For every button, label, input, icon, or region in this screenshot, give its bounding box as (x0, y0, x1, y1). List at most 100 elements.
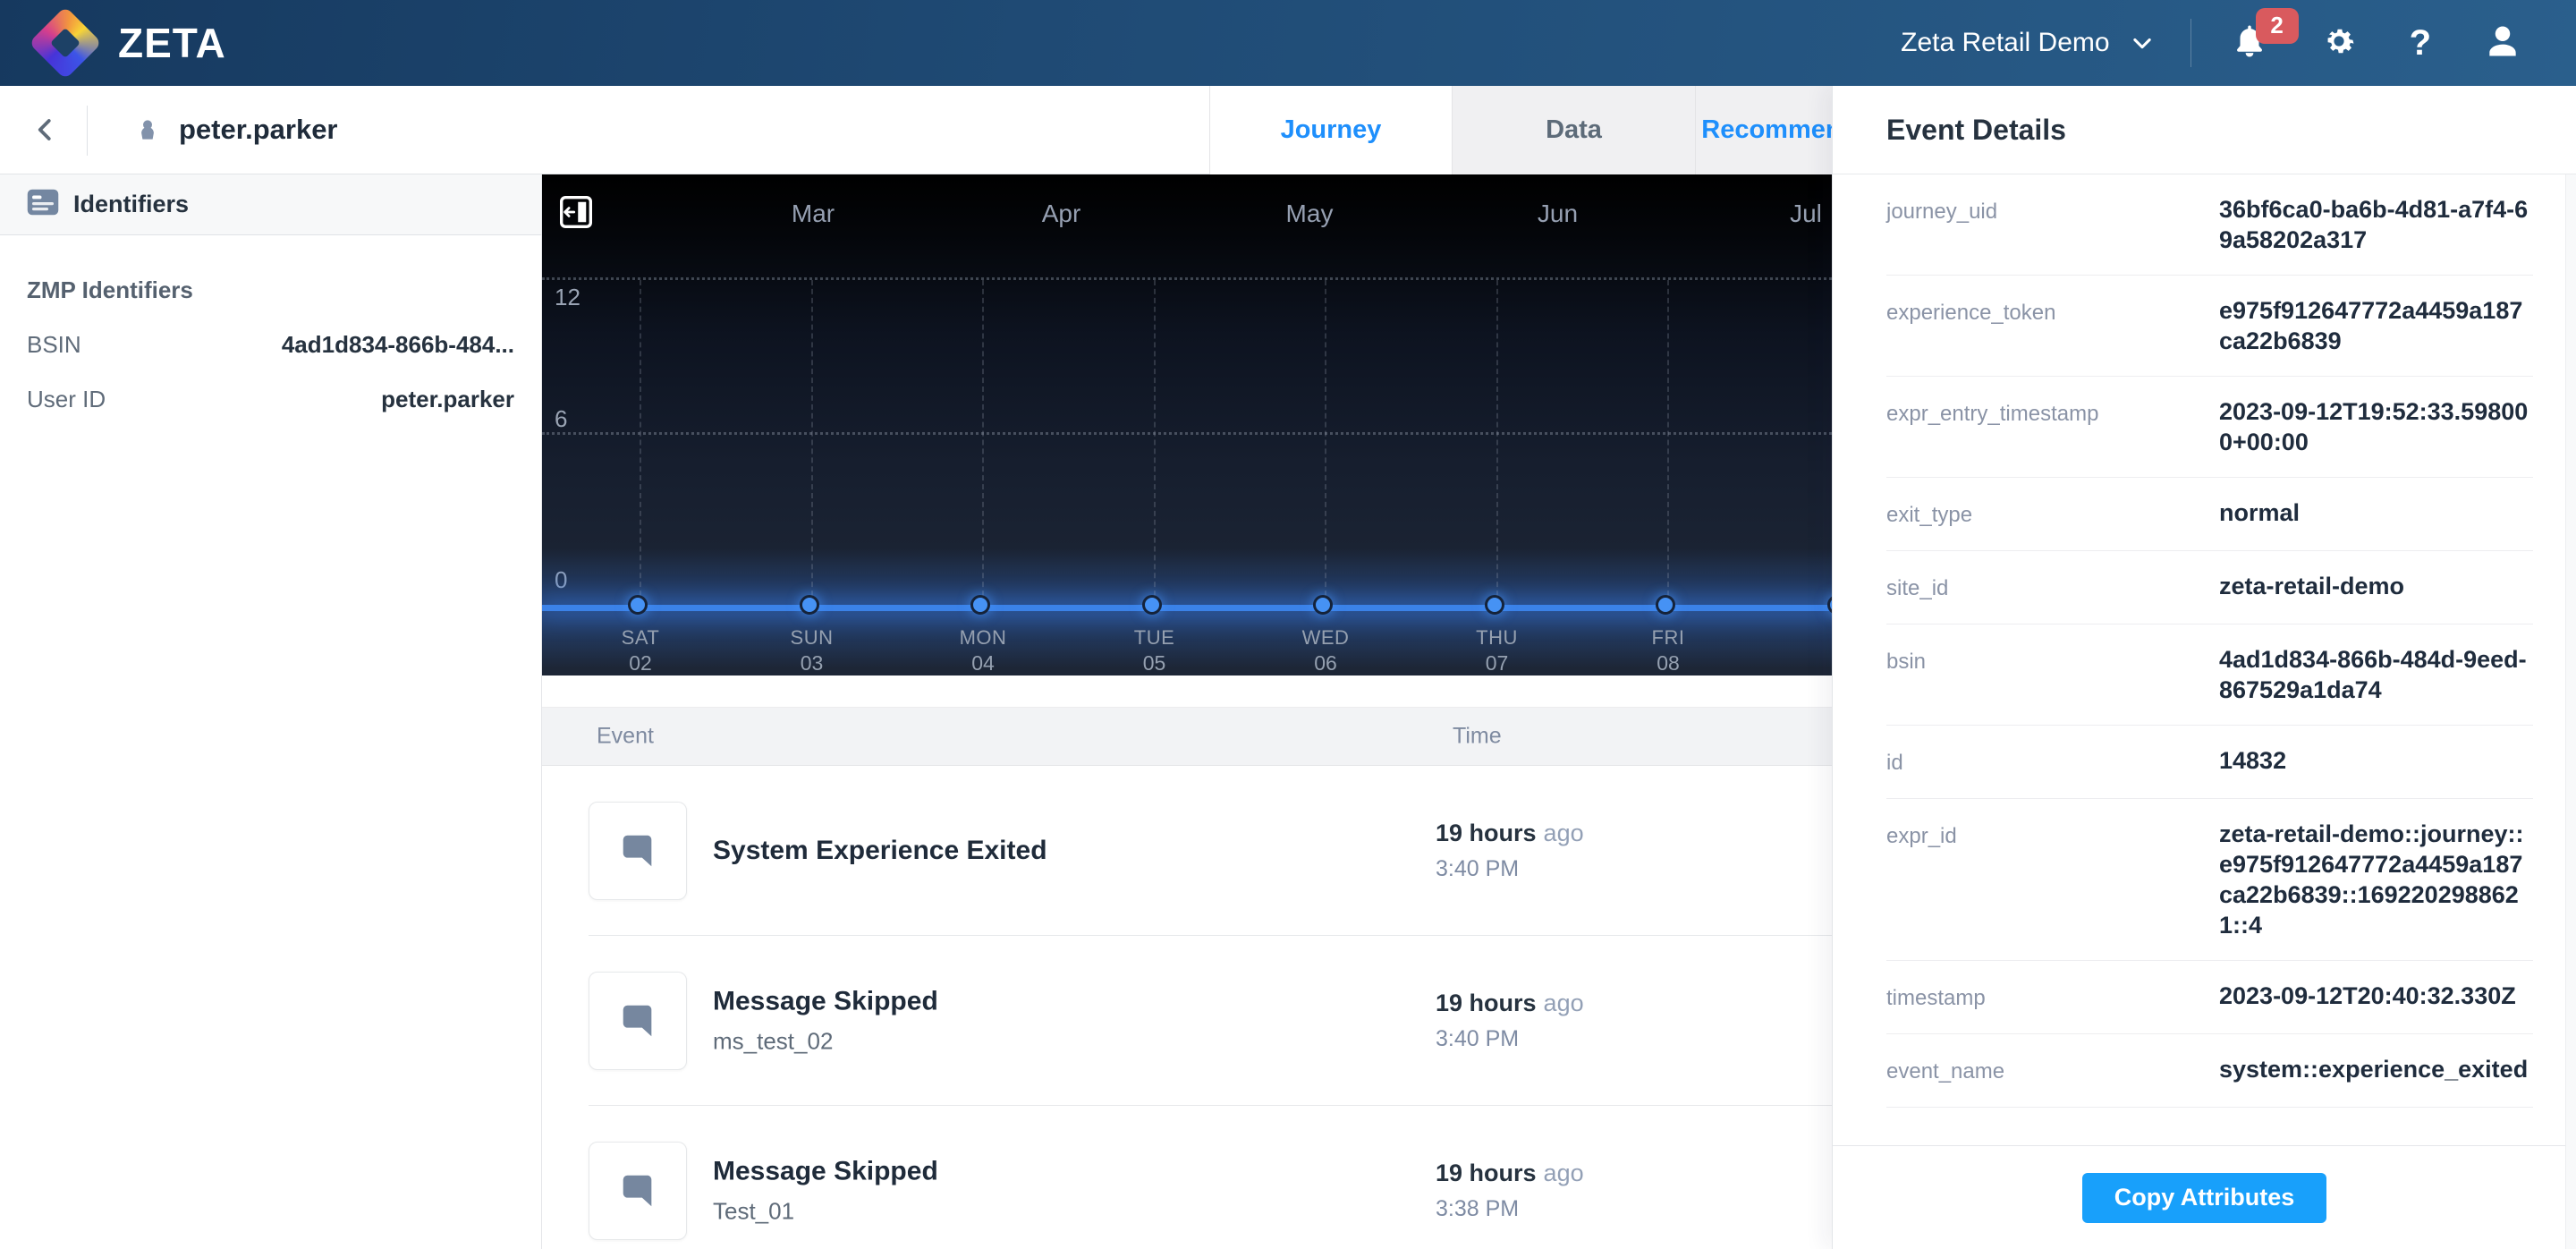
identifier-value: 4ad1d834-866b-484... (282, 331, 514, 359)
detail-field-value: normal (2219, 497, 2533, 531)
timeline-point[interactable] (1656, 595, 1675, 615)
collapse-panel-icon[interactable] (560, 196, 592, 228)
day-date-label: 02 (629, 651, 652, 675)
month-tick-label: Apr (1042, 200, 1081, 228)
gridline-y12 (542, 277, 1832, 280)
identifier-row: User ID peter.parker (27, 386, 514, 413)
day-name-label: THU (1476, 626, 1518, 650)
timeline-point[interactable] (628, 595, 648, 615)
day-name-label: MON (960, 626, 1007, 650)
detail-field-label: event_name (1886, 1054, 2219, 1087)
question-mark-icon: ? (2410, 25, 2431, 61)
day-date-label: 04 (971, 651, 995, 675)
events-table: Event Time System Experience Exited 19 h… (542, 675, 1832, 1249)
tab-data[interactable]: Data (1453, 86, 1696, 174)
help-button[interactable]: ? (2410, 25, 2431, 61)
event-subtitle: ms_test_02 (713, 1028, 938, 1056)
detail-field-label: expr_entry_timestamp (1886, 396, 2219, 457)
day-gridline (811, 280, 813, 605)
table-row[interactable]: System Experience Exited 19 hoursago 3:4… (542, 766, 1832, 936)
identifiers-body: ZMP Identifiers BSIN 4ad1d834-866b-484..… (0, 235, 541, 413)
event-icon-card (589, 802, 687, 900)
timeline-point[interactable] (1313, 595, 1333, 615)
notifications-button[interactable]: 2 (2231, 22, 2268, 64)
identifier-value: peter.parker (381, 386, 514, 413)
detail-field-value: 2023-09-12T19:52:33.598000+00:00 (2219, 396, 2533, 457)
header-divider (87, 106, 88, 156)
events-table-header: Event Time (542, 707, 1832, 766)
y-tick-12: 12 (555, 284, 580, 311)
timeline-point[interactable] (1485, 595, 1504, 615)
event-relative-suffix: ago (1544, 1160, 1584, 1186)
detail-field-value: zeta-retail-demo (2219, 571, 2533, 604)
day-name-label: TUE (1134, 626, 1175, 650)
event-clock-time: 3:38 PM (1436, 1196, 1584, 1222)
event-subtitle: Test_01 (713, 1198, 938, 1226)
zmp-identifiers-label: ZMP Identifiers (27, 276, 514, 304)
tab-bar: Journey Data Recommendations (1209, 86, 1939, 174)
day-gridline (1667, 280, 1669, 605)
timeline-point[interactable] (800, 595, 819, 615)
identifiers-title: Identifiers (73, 191, 189, 218)
app-root: ZETA Zeta Retail Demo 2 (0, 0, 2576, 1249)
month-tick-label: Jul (1790, 200, 1822, 228)
timeline-point[interactable] (1142, 595, 1162, 615)
navbar-divider (2190, 19, 2191, 67)
detail-field-label: journey_uid (1886, 194, 2219, 255)
detail-field-label: id (1886, 745, 2219, 778)
id-card-icon (27, 189, 59, 220)
detail-field-value: 14832 (2219, 745, 2533, 778)
table-row[interactable]: Message Skipped ms_test_02 19 hoursago 3… (542, 936, 1832, 1106)
detail-field-value: system::experience_exited (2219, 1054, 2533, 1087)
top-navbar: ZETA Zeta Retail Demo 2 (0, 0, 2576, 86)
day-date-label: 05 (1143, 651, 1166, 675)
detail-field-label: timestamp (1886, 981, 2219, 1014)
back-button[interactable] (32, 115, 59, 145)
detail-field-row: timestamp 2023-09-12T20:40:32.330Z (1886, 961, 2533, 1034)
profile-button[interactable] (2483, 21, 2522, 65)
timeline-point[interactable] (970, 595, 990, 615)
detail-field-label: expr_id (1886, 819, 2219, 940)
day-gridline (1154, 280, 1156, 605)
gridline-y6 (542, 432, 1832, 435)
event-icon-card (589, 1142, 687, 1240)
journey-timeline-chart: Mar Apr May Jun Jul 12 6 0 SAT (542, 174, 1832, 675)
brand-name: ZETA (118, 19, 226, 67)
detail-field-row: event_name system::experience_exited (1886, 1034, 2533, 1108)
person-icon (134, 116, 161, 143)
event-icon-card (589, 972, 687, 1070)
detail-field-row: exit_type normal (1886, 478, 2533, 551)
event-details-panel: Event Details journey_uid 36bf6ca0-ba6b-… (1832, 86, 2576, 1249)
day-date-label: 08 (1657, 651, 1680, 675)
table-row[interactable]: Message Skipped Test_01 19 hoursago 3:38… (542, 1106, 1832, 1249)
tab-journey[interactable]: Journey (1209, 86, 1453, 174)
detail-field-row: experience_token e975f912647772a4459a187… (1886, 276, 2533, 377)
detail-field-value: 4ad1d834-866b-484d-9eed-867529a1da74 (2219, 644, 2533, 705)
settings-button[interactable] (2320, 22, 2358, 64)
event-title: Message Skipped (713, 1157, 938, 1187)
events-table-body: System Experience Exited 19 hoursago 3:4… (542, 766, 1832, 1249)
identifier-list: BSIN 4ad1d834-866b-484... User ID peter.… (27, 331, 514, 413)
day-gridline (640, 280, 641, 605)
brand[interactable]: ZETA (39, 17, 226, 69)
account-switcher[interactable]: Zeta Retail Demo (1901, 28, 2154, 58)
day-name-label: SUN (791, 626, 834, 650)
event-time: 19 hoursago 3:40 PM (1436, 990, 1584, 1052)
detail-field-value: 36bf6ca0-ba6b-4d81-a7f4-69a58202a317 (2219, 194, 2533, 255)
topnav-right: Zeta Retail Demo 2 ? (1901, 19, 2537, 67)
chat-bubble-icon (617, 1000, 658, 1041)
timeline-line (542, 605, 1832, 611)
event-details-header: Event Details (1833, 86, 2576, 174)
column-header-time: Time (1453, 724, 1502, 750)
panel-scrollbar[interactable] (2565, 174, 2576, 1249)
detail-field-row: journey_uid 36bf6ca0-ba6b-4d81-a7f4-69a5… (1886, 174, 2533, 276)
identifier-label: BSIN (27, 331, 81, 359)
copy-attributes-button[interactable]: Copy Attributes (2082, 1173, 2327, 1223)
detail-field-row: expr_entry_timestamp 2023-09-12T19:52:33… (1886, 377, 2533, 478)
event-clock-time: 3:40 PM (1436, 856, 1584, 882)
event-title: System Experience Exited (713, 836, 1047, 866)
day-date-label: 06 (1314, 651, 1337, 675)
identifier-row: BSIN 4ad1d834-866b-484... (27, 331, 514, 359)
event-text: Message Skipped Test_01 (713, 1157, 938, 1226)
event-title: Message Skipped (713, 987, 938, 1017)
